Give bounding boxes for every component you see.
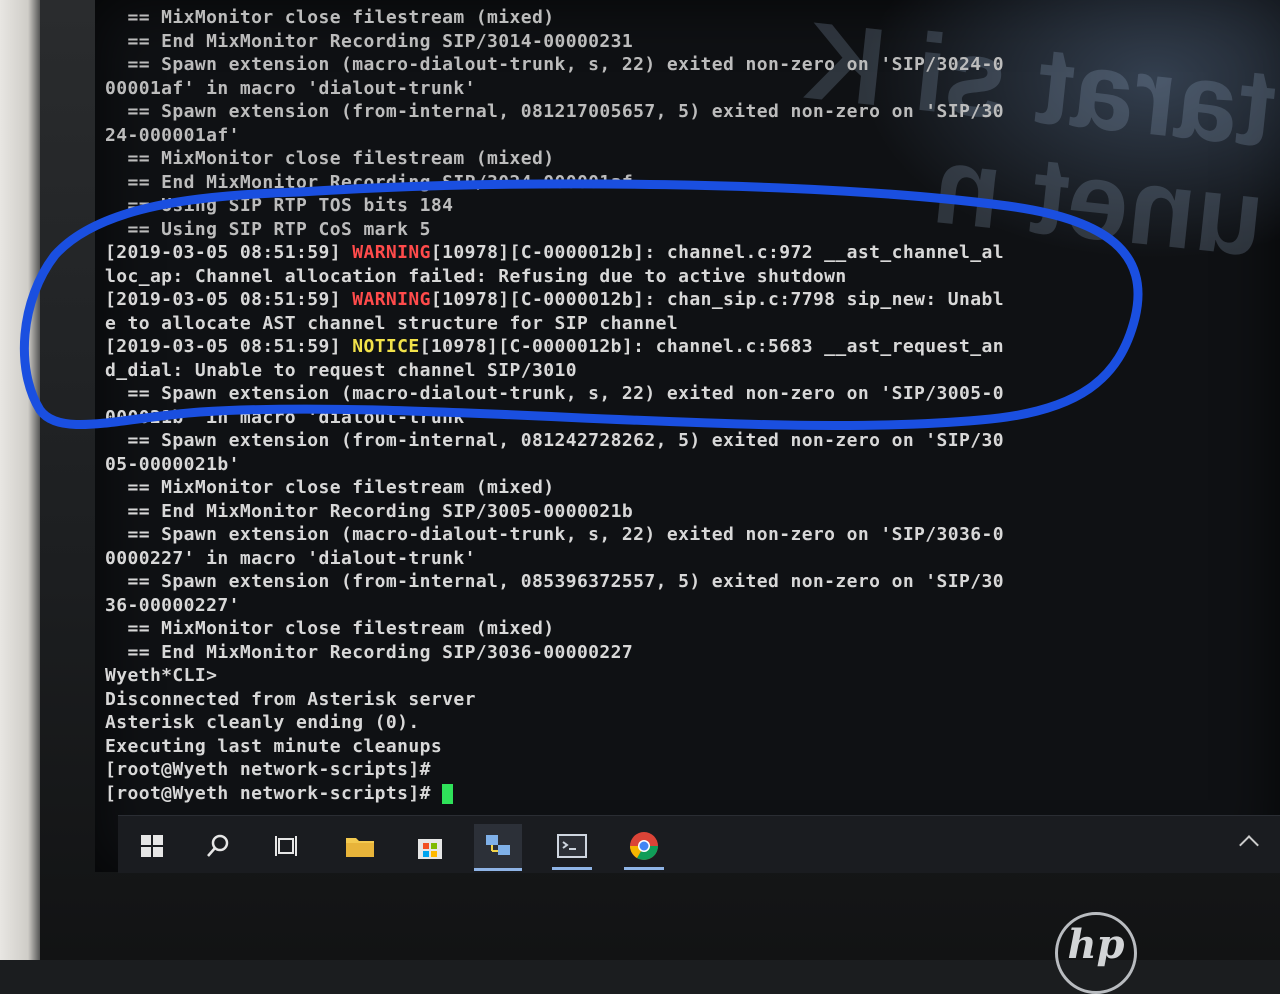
terminal-line: == MixMonitor close filestream (mixed) bbox=[105, 147, 1265, 171]
terminal-line: == Spawn extension (from-internal, 08539… bbox=[105, 570, 1265, 594]
log-level: WARNING bbox=[352, 242, 431, 263]
terminal-line-text: Wyeth*CLI> bbox=[105, 665, 218, 686]
terminal-line: == Spawn extension (macro-dialout-trunk,… bbox=[105, 53, 1265, 77]
terminal-line-text: == End MixMonitor Recording SIP/3014-000… bbox=[105, 30, 634, 52]
terminal-line: == Using SIP RTP TOS bits 184 bbox=[105, 194, 1265, 218]
terminal-line: 000021b' in macro 'dialout-trunk' bbox=[105, 406, 1265, 430]
log-message: [10978][C-0000012b]: channel.c:972 __ast… bbox=[430, 242, 1004, 263]
terminal-window[interactable]: == MixMonitor close filestream (mixed) =… bbox=[105, 6, 1265, 816]
terminal-line-text: == End MixMonitor Recording SIP/3024-000… bbox=[105, 171, 634, 193]
terminal-line: d_dial: Unable to request channel SIP/30… bbox=[105, 359, 1265, 383]
terminal-cursor[interactable] bbox=[442, 783, 454, 804]
terminal-line: == End MixMonitor Recording SIP/3014-000… bbox=[105, 30, 1265, 54]
terminal-line-text: 0000227' in macro 'dialout-trunk' bbox=[105, 547, 476, 569]
store-icon bbox=[418, 839, 442, 859]
terminal-line: [root@Wyeth network-scripts]# bbox=[105, 758, 1265, 782]
store-button[interactable] bbox=[406, 824, 454, 868]
terminal-line-text: == Spawn extension (macro-dialout-trunk,… bbox=[105, 383, 1004, 404]
tray-expand-icon[interactable] bbox=[1239, 835, 1259, 855]
terminal-line-text: 000021b' in macro 'dialout-trunk' bbox=[105, 406, 476, 428]
log-message: [10978][C-0000012b]: channel.c:5683 __as… bbox=[419, 336, 1004, 357]
search-icon bbox=[207, 834, 229, 857]
log-level: NOTICE bbox=[352, 336, 420, 357]
terminal-line: == End MixMonitor Recording SIP/3005-000… bbox=[105, 500, 1265, 524]
terminal-line: == Spawn extension (from-internal, 08121… bbox=[105, 100, 1265, 124]
terminal-line: [2019-03-05 08:51:59] WARNING[10978][C-0… bbox=[105, 288, 1265, 312]
log-timestamp: [2019-03-05 08:51:59] bbox=[105, 242, 353, 263]
terminal-line: == MixMonitor close filestream (mixed) bbox=[105, 6, 1265, 30]
start-button[interactable] bbox=[128, 824, 176, 868]
terminal-line: 0000227' in macro 'dialout-trunk' bbox=[105, 547, 1265, 571]
terminal-line-text: e to allocate AST channel structure for … bbox=[105, 312, 679, 334]
terminal-line-text: == MixMonitor close filestream (mixed) bbox=[105, 477, 555, 498]
network-icon bbox=[486, 835, 510, 855]
search-button[interactable] bbox=[194, 824, 242, 868]
file-explorer-button[interactable] bbox=[336, 824, 384, 868]
terminal-line: e to allocate AST channel structure for … bbox=[105, 312, 1265, 336]
terminal-line-text: [root@Wyeth network-scripts]# bbox=[105, 759, 431, 780]
windows-icon bbox=[141, 835, 163, 857]
taskbar bbox=[118, 815, 1280, 873]
terminal-line: == Spawn extension (macro-dialout-trunk,… bbox=[105, 523, 1265, 547]
terminal-line: == End MixMonitor Recording SIP/3024-000… bbox=[105, 171, 1265, 195]
shell-prompt: [root@Wyeth network-scripts]# bbox=[105, 782, 443, 804]
terminal-line-text: Executing last minute cleanups bbox=[105, 735, 443, 757]
terminal-line-text: == Spawn extension (from-internal, 08121… bbox=[105, 101, 1004, 122]
terminal-line: == MixMonitor close filestream (mixed) bbox=[105, 617, 1265, 641]
network-app-button[interactable] bbox=[474, 824, 522, 871]
task-view-icon bbox=[275, 836, 297, 856]
terminal-line: 05-0000021b' bbox=[105, 453, 1265, 477]
terminal-line-text: == MixMonitor close filestream (mixed) bbox=[105, 7, 555, 28]
terminal-line-text: loc_ap: Channel allocation failed: Refus… bbox=[105, 265, 847, 287]
terminal-line-text: 24-000001af' bbox=[105, 124, 240, 146]
terminal-line: == Using SIP RTP CoS mark 5 bbox=[105, 218, 1265, 242]
terminal-line: [2019-03-05 08:51:59] WARNING[10978][C-0… bbox=[105, 241, 1265, 265]
terminal-line: == Spawn extension (from-internal, 08124… bbox=[105, 429, 1265, 453]
terminal-line-text: Asterisk cleanly ending (0). bbox=[105, 712, 420, 733]
terminal-line: 00001af' in macro 'dialout-trunk' bbox=[105, 77, 1265, 101]
background-wall bbox=[0, 0, 40, 960]
terminal-line: Disconnected from Asterisk server bbox=[105, 688, 1265, 712]
terminal-line: Executing last minute cleanups bbox=[105, 735, 1265, 759]
terminal-line-text: == Using SIP RTP CoS mark 5 bbox=[105, 218, 431, 240]
terminal-line-text: == Spawn extension (from-internal, 08539… bbox=[105, 571, 1004, 592]
terminal-line: Asterisk cleanly ending (0). bbox=[105, 711, 1265, 735]
terminal-line-text: == Using SIP RTP TOS bits 184 bbox=[105, 195, 454, 216]
terminal-line-text: 05-0000021b' bbox=[105, 453, 240, 475]
log-level: WARNING bbox=[352, 289, 431, 310]
terminal-line-text: 00001af' in macro 'dialout-trunk' bbox=[105, 77, 476, 99]
task-view-button[interactable] bbox=[262, 824, 310, 868]
terminal-line-text: == Spawn extension (from-internal, 08124… bbox=[105, 430, 1004, 451]
log-message: [10978][C-0000012b]: chan_sip.c:7798 sip… bbox=[430, 289, 1004, 310]
terminal-line: == End MixMonitor Recording SIP/3036-000… bbox=[105, 641, 1265, 665]
chrome-button[interactable] bbox=[620, 824, 668, 870]
terminal-app-button[interactable] bbox=[548, 824, 596, 870]
terminal-line-text: == Spawn extension (macro-dialout-trunk,… bbox=[105, 524, 1004, 545]
folder-icon bbox=[346, 838, 374, 857]
terminal-line-text: == End MixMonitor Recording SIP/3005-000… bbox=[105, 500, 634, 522]
terminal-line-text: == End MixMonitor Recording SIP/3036-000… bbox=[105, 641, 634, 663]
terminal-line: Wyeth*CLI> bbox=[105, 664, 1265, 688]
monitor-screen: tarat si K unet n == MixMonitor close fi… bbox=[95, 0, 1280, 872]
chrome-icon bbox=[630, 832, 658, 860]
terminal-line-text: == MixMonitor close filestream (mixed) bbox=[105, 618, 555, 639]
log-timestamp: [2019-03-05 08:51:59] bbox=[105, 289, 353, 310]
terminal-line-text: == Spawn extension (macro-dialout-trunk,… bbox=[105, 54, 1004, 75]
terminal-line: [2019-03-05 08:51:59] NOTICE[10978][C-00… bbox=[105, 335, 1265, 359]
hp-logo: hp bbox=[1055, 912, 1137, 994]
terminal-line: == Spawn extension (macro-dialout-trunk,… bbox=[105, 382, 1265, 406]
terminal-line: loc_ap: Channel allocation failed: Refus… bbox=[105, 265, 1265, 289]
terminal-icon bbox=[557, 834, 587, 858]
terminal-line-text: 36-00000227' bbox=[105, 594, 240, 616]
terminal-line: 24-000001af' bbox=[105, 124, 1265, 148]
terminal-line: [root@Wyeth network-scripts]# bbox=[105, 782, 1265, 806]
terminal-line-text: == MixMonitor close filestream (mixed) bbox=[105, 148, 555, 169]
terminal-line-text: Disconnected from Asterisk server bbox=[105, 688, 476, 710]
terminal-line: 36-00000227' bbox=[105, 594, 1265, 618]
terminal-line: == MixMonitor close filestream (mixed) bbox=[105, 476, 1265, 500]
terminal-line-text: d_dial: Unable to request channel SIP/30… bbox=[105, 359, 577, 381]
log-timestamp: [2019-03-05 08:51:59] bbox=[105, 336, 353, 357]
